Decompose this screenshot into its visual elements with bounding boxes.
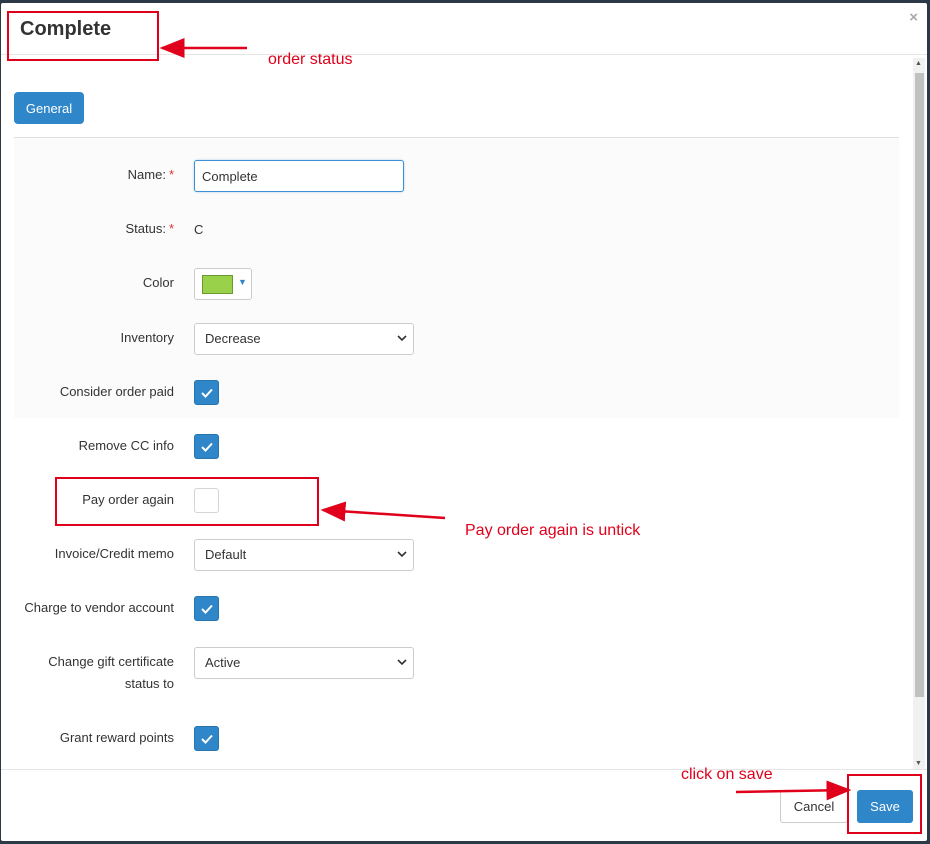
inventory-value: Decrease xyxy=(205,331,261,346)
remove-cc-checkbox[interactable] xyxy=(194,434,219,459)
scroll-up-arrow-icon[interactable]: ▲ xyxy=(915,60,922,67)
gift-cert-value: Active xyxy=(205,655,241,670)
color-swatch xyxy=(202,275,233,294)
invoice-value: Default xyxy=(205,547,247,562)
gift-cert-label-line2: status to xyxy=(124,676,174,691)
name-input[interactable] xyxy=(194,160,404,192)
chevron-down-icon: ▼ xyxy=(238,277,247,287)
tab-general[interactable]: General xyxy=(14,92,84,124)
consider-paid-label: Consider order paid xyxy=(59,384,174,399)
check-icon xyxy=(201,442,213,452)
check-icon xyxy=(201,734,213,744)
gift-cert-label-line1: Change gift certificate xyxy=(48,654,174,669)
charge-vendor-label: Charge to vendor account xyxy=(24,600,174,615)
annotation-click-save: click on save xyxy=(681,766,773,783)
chevron-down-icon xyxy=(397,540,407,582)
annotation-box-save xyxy=(847,774,922,834)
color-picker[interactable]: ▼ xyxy=(194,268,252,300)
annotation-box-pay-again xyxy=(55,477,319,526)
scroll-down-arrow-icon[interactable]: ▼ xyxy=(915,760,922,767)
inventory-select[interactable]: Decrease xyxy=(194,323,414,355)
consider-paid-checkbox[interactable] xyxy=(194,380,219,405)
remove-cc-label: Remove CC info xyxy=(78,438,174,453)
status-value: C xyxy=(194,222,204,237)
check-icon xyxy=(201,388,213,398)
gift-cert-select[interactable]: Active xyxy=(194,647,414,679)
charge-vendor-checkbox[interactable] xyxy=(194,596,219,621)
scrollbar[interactable]: ▲ ▼ xyxy=(913,58,925,769)
inventory-label: Inventory xyxy=(120,330,174,345)
name-label: Name: * xyxy=(127,167,174,182)
cancel-button[interactable]: Cancel xyxy=(780,790,848,823)
reward-points-checkbox[interactable] xyxy=(194,726,219,751)
check-icon xyxy=(201,604,213,614)
invoice-select[interactable]: Default xyxy=(194,539,414,571)
annotation-box-title xyxy=(7,11,159,61)
color-label: Color xyxy=(142,275,174,290)
scrollbar-thumb[interactable] xyxy=(915,73,924,697)
annotation-pay-again: Pay order again is untick xyxy=(465,522,641,539)
status-label: Status: * xyxy=(125,221,174,236)
reward-points-label: Grant reward points xyxy=(59,730,174,745)
dialog-body: General Name:* Status:* C Color ▼ Invent… xyxy=(1,56,927,769)
chevron-down-icon xyxy=(397,324,407,366)
chevron-down-icon xyxy=(397,648,407,690)
dialog-footer: Cancel Save xyxy=(1,769,927,841)
invoice-label: Invoice/Credit memo xyxy=(54,546,174,561)
close-icon[interactable]: × xyxy=(909,9,918,26)
order-status-dialog: Complete × General Name:* Status:* C Col… xyxy=(1,3,927,841)
annotation-order-status: order status xyxy=(268,51,353,68)
